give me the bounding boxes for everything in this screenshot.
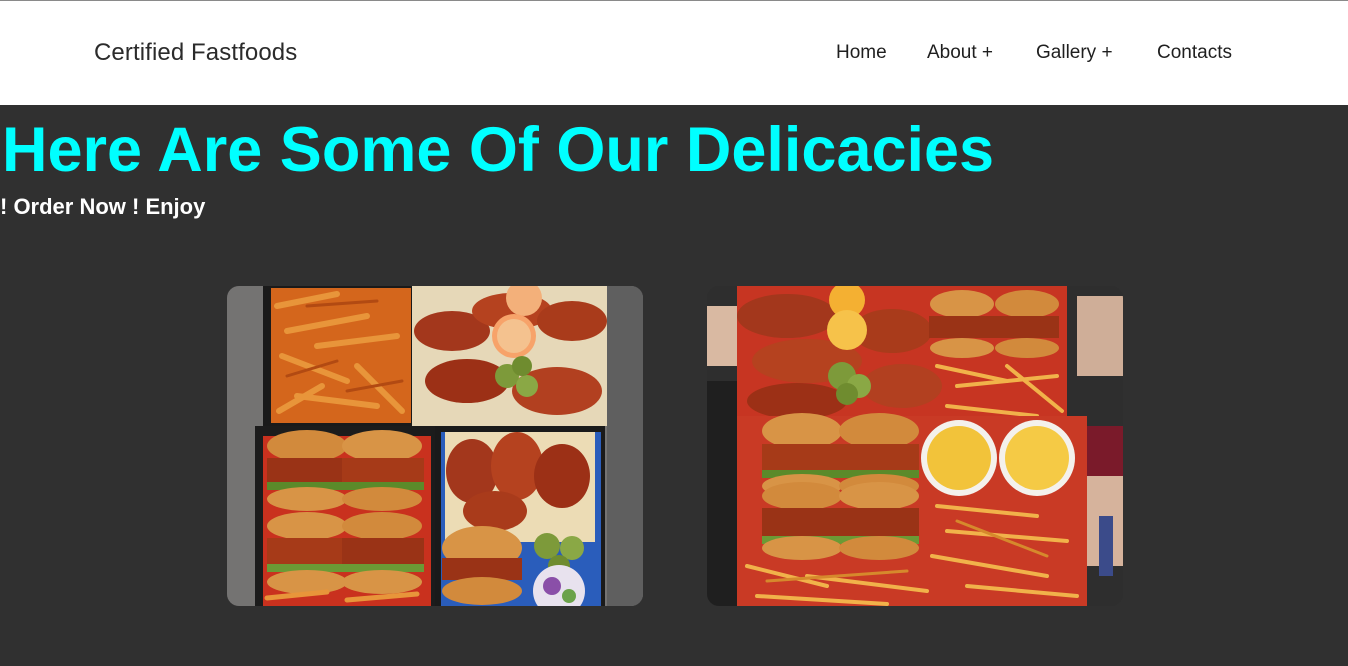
- page-title: Here Are Some Of Our Delicacies: [2, 115, 995, 185]
- main-nav: Home About + Gallery + Contacts: [0, 42, 1348, 66]
- food-platter-photo-2: [707, 286, 1123, 606]
- nav-gallery-link[interactable]: Gallery +: [1036, 42, 1113, 64]
- page-subtitle: ! Order Now ! Enjoy: [0, 194, 206, 219]
- food-platter-photo-1: [227, 286, 643, 606]
- nav-contacts-link[interactable]: Contacts: [1157, 42, 1232, 64]
- main-content: Here Are Some Of Our Delicacies ! Order …: [0, 105, 1348, 666]
- site-header: Certified Fastfoods Home About + Gallery…: [0, 1, 1348, 105]
- nav-home-link[interactable]: Home: [836, 42, 887, 64]
- nav-about-link[interactable]: About +: [927, 42, 993, 64]
